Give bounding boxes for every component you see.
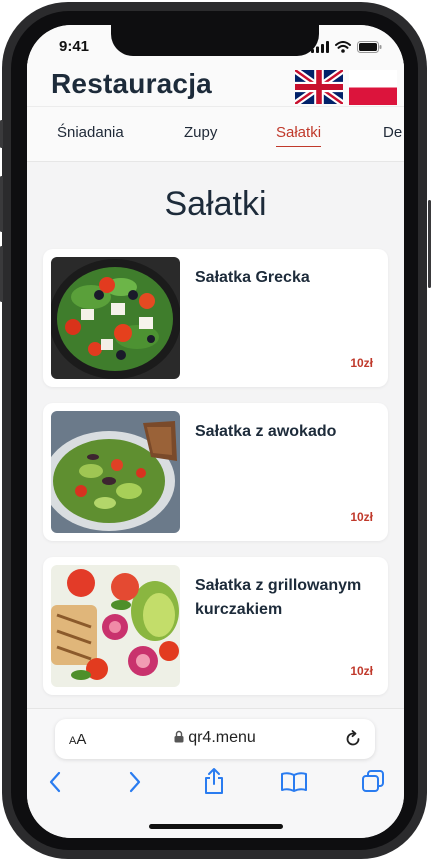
category-tabs: Śniadania Zupy Sałatki De <box>27 106 404 162</box>
browser-toolbar: AA qr4.menu <box>27 708 404 838</box>
silent-switch <box>0 120 3 148</box>
bookmarks-icon[interactable] <box>280 771 308 793</box>
status-time: 9:41 <box>59 38 90 55</box>
menu-item-name: Sałatka z grillowanym kurczakiem <box>195 577 362 618</box>
menu-item-price: 10zł <box>350 664 373 678</box>
menu-item-price: 10zł <box>350 510 373 524</box>
url-text: qr4.menu <box>188 729 256 746</box>
tab-desery[interactable]: De <box>383 124 402 141</box>
tab-zupy[interactable]: Zupy <box>184 124 217 141</box>
address-bar[interactable]: AA qr4.menu <box>55 719 375 759</box>
notch <box>111 25 319 56</box>
section-title: Sałatki <box>164 185 267 223</box>
battery-icon <box>357 41 382 53</box>
avocado-salad-image <box>51 411 180 533</box>
volume-down-button <box>0 246 3 302</box>
menu-item-name: Sałatka z awokado <box>195 423 337 440</box>
menu-item-card[interactable]: Sałatka z awokado 10zł <box>43 403 388 541</box>
signal-icon <box>311 41 329 53</box>
back-icon[interactable] <box>47 771 63 793</box>
menu-item-price: 10zł <box>350 356 373 370</box>
forward-icon[interactable] <box>127 771 143 793</box>
tab-salatki[interactable]: Sałatki <box>276 124 322 147</box>
share-icon[interactable] <box>203 767 225 795</box>
grilled-chicken-salad-image <box>51 565 180 687</box>
greek-salad-image <box>51 257 180 379</box>
tab-sniadania[interactable]: Śniadania <box>57 124 124 141</box>
app-title: Restauracja <box>51 68 212 99</box>
screen: 9:41 Restauracja Śniadania Zupy Sałatki … <box>27 25 404 838</box>
poland-flag-icon[interactable] <box>349 70 397 105</box>
volume-up-button <box>0 176 3 232</box>
wifi-icon <box>335 41 351 53</box>
app-header: Restauracja <box>27 62 404 106</box>
url-display[interactable]: qr4.menu <box>55 729 375 747</box>
uk-flag-icon[interactable] <box>295 70 343 104</box>
reload-icon[interactable] <box>343 729 363 749</box>
menu-item-card[interactable]: Sałatka z grillowanym kurczakiem 10zł <box>43 557 388 695</box>
status-icons <box>311 41 382 53</box>
lock-icon <box>174 730 184 743</box>
home-indicator <box>149 824 283 829</box>
menu-item-name: Sałatka Grecka <box>195 269 310 286</box>
menu-item-card[interactable]: Sałatka Grecka 10zł <box>43 249 388 387</box>
tabs-icon[interactable] <box>361 769 385 793</box>
